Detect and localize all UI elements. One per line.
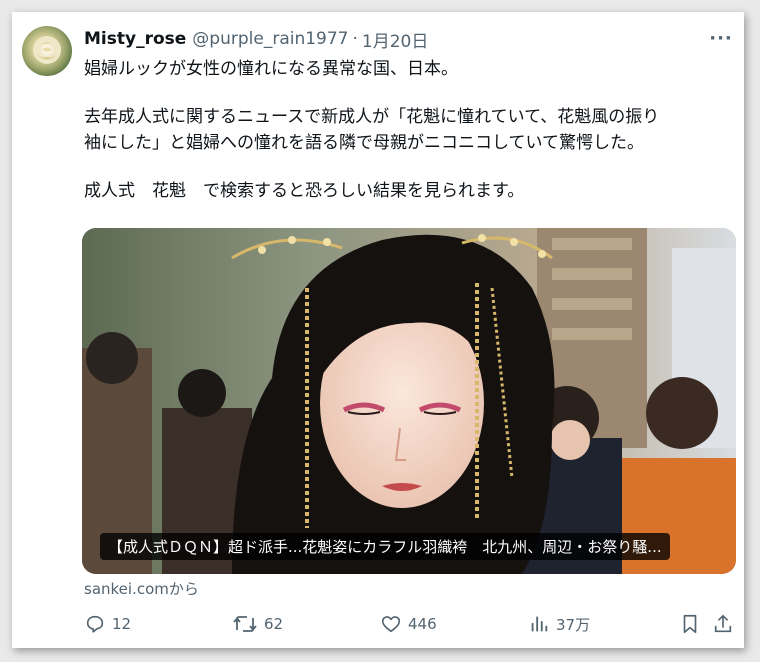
like-count: 446 [408,615,437,633]
share-button[interactable] [712,612,740,636]
rose-avatar-image [33,36,61,64]
tweet-line: 成人式 花魁 で検索すると恐ろしい結果を見られます。 [84,181,525,201]
view-count: 37万 [556,615,591,634]
tweet-card: Misty_rose @purple_rain1977 · 1月20日 ··· … [12,12,744,648]
tweet-line: 去年成人式に関するニュースで新成人が「花魁に憧れていて、花魁風の振り [84,107,660,127]
retweet-icon [233,616,257,632]
tweet-text: 娼婦ルックが女性の憧れになる異常な国、日本。 去年成人式に関するニュースで新成人… [84,56,734,204]
reply-count: 12 [112,615,132,633]
bookmark-icon [683,614,697,634]
separator-dot: · [352,29,358,49]
user-handle[interactable]: @purple_rain1977 [192,29,348,49]
tweet-line: 袖にした」と娼婦への憧れを語る隣で母親がニコニコしていて驚愕した。 [84,133,644,153]
heart-icon [381,616,401,633]
link-source[interactable]: sankei.comから [84,578,199,599]
display-name[interactable]: Misty_rose [84,29,186,49]
like-button[interactable]: 446 [380,612,437,636]
reply-button[interactable]: 12 [84,612,131,636]
link-card-title[interactable]: 【成人式ＤＱＮ】超ド派手...花魁姿にカラフル羽織袴 北九州、周辺・お祭り騒..… [100,533,670,560]
reply-icon [86,615,104,633]
tweet-actions: 12 62 446 37万 [84,612,734,636]
photo-illustration [82,228,736,574]
tweet-line: 娼婦ルックが女性の憧れになる異常な国、日本。 [84,59,458,79]
bookmark-button[interactable] [680,612,706,636]
link-card-image[interactable]: 【成人式ＤＱＮ】超ド派手...花魁姿にカラフル羽織袴 北九州、周辺・お祭り騒..… [82,228,736,574]
views-button[interactable]: 37万 [528,612,590,636]
more-options-icon[interactable]: ··· [706,26,736,50]
tweet-header: Misty_rose @purple_rain1977 · 1月20日 [84,26,734,52]
retweet-button[interactable]: 62 [232,612,283,636]
views-icon [531,616,548,632]
retweet-count: 62 [264,615,284,633]
share-icon [714,614,732,633]
avatar[interactable] [22,26,72,76]
tweet-date[interactable]: 1月20日 [362,27,428,52]
